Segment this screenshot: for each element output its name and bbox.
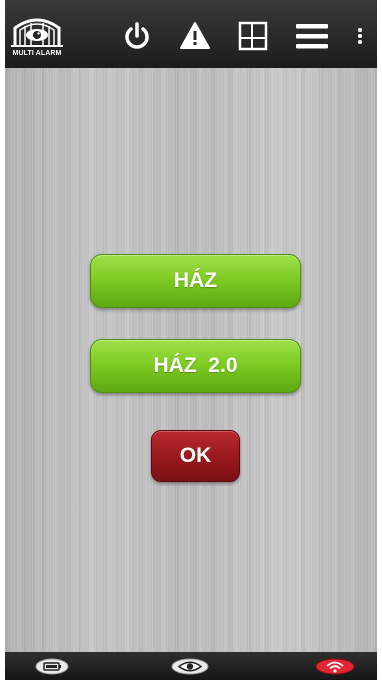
logo-graphic: [11, 18, 63, 47]
warning-icon[interactable]: [179, 20, 211, 52]
battery-icon: [35, 658, 69, 675]
bottom-status-bar: [5, 652, 377, 680]
power-icon[interactable]: [121, 20, 153, 52]
layout-icon[interactable]: [237, 20, 269, 52]
app-logo: MULTI ALARM: [9, 10, 65, 60]
ok-button[interactable]: OK: [151, 430, 240, 482]
logo-text: MULTI ALARM: [12, 50, 62, 57]
house-button[interactable]: HÁZ: [90, 254, 301, 308]
house-button-label: HÁZ: [173, 269, 218, 292]
ok-button-label: OK: [179, 444, 212, 467]
house-2-button[interactable]: HÁZ 2.0: [90, 339, 301, 393]
overflow-icon[interactable]: [353, 20, 367, 52]
menu-icon[interactable]: [295, 20, 328, 52]
house-2-button-label: HÁZ 2.0: [153, 354, 238, 377]
wifi-icon: [315, 658, 355, 675]
app-root: MULTI ALARM HÁZ HÁZ 2.0 OK: [5, 0, 377, 680]
top-toolbar: MULTI ALARM: [5, 0, 377, 69]
eye-icon: [171, 658, 209, 675]
main-panel: HÁZ HÁZ 2.0 OK: [5, 68, 377, 652]
